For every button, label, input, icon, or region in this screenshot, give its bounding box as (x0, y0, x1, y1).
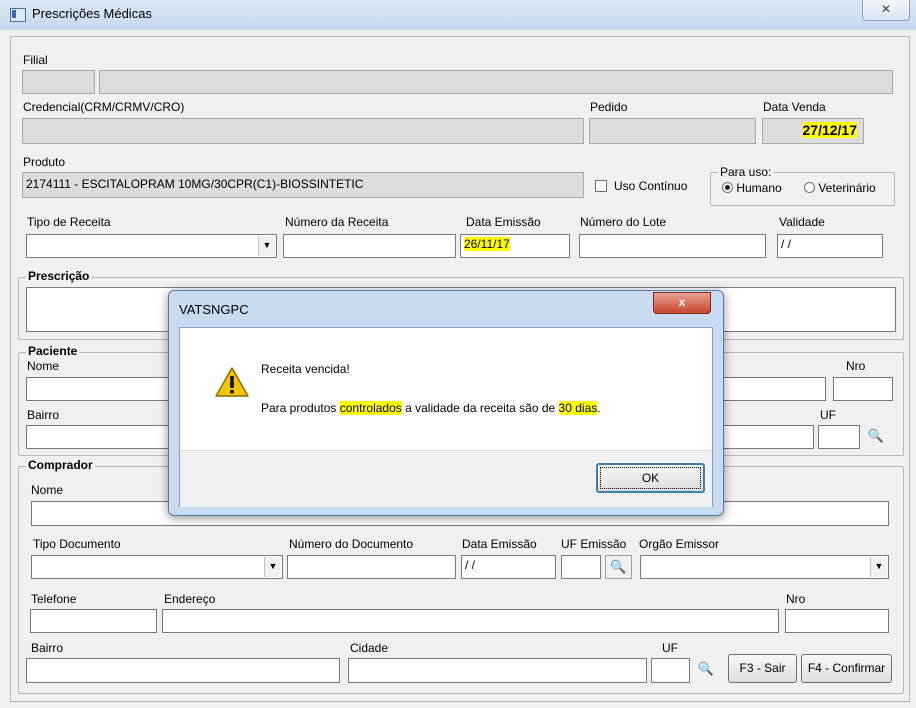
filial-code-field[interactable] (22, 70, 95, 94)
orgao-emissor-select[interactable]: ▼ (640, 555, 889, 579)
validade-label: Validade (779, 215, 825, 229)
dialog-message-title: Receita vencida! (261, 362, 350, 376)
produto-field[interactable]: 2174111 - ESCITALOPRAM 10MG/30CPR(C1)-BI… (22, 172, 584, 198)
numero-lote-field[interactable] (579, 234, 766, 258)
comprador-data-emissao-label: Data Emissão (462, 537, 537, 551)
app-window-icon (10, 8, 26, 22)
data-venda-value: 27/12/17 (802, 122, 857, 138)
dialog-title: VATSNGPC (179, 302, 249, 317)
comprador-nro-field[interactable] (785, 609, 889, 633)
comprador-uf-label: UF (662, 641, 678, 655)
tipo-documento-label: Tipo Documento (33, 537, 121, 551)
uf-emissao-field[interactable] (561, 555, 601, 579)
dialog-body: Receita vencida! Para produtos controlad… (179, 327, 713, 507)
dialog-close-button[interactable]: x (653, 292, 711, 314)
binoculars-icon[interactable]: 🔍 (694, 658, 718, 683)
paciente-bairro-label: Bairro (27, 408, 60, 422)
chevron-down-icon[interactable]: ▼ (870, 557, 887, 577)
data-venda-label: Data Venda (763, 100, 826, 114)
dialog-message-detail: Para produtos controlados a validade da … (261, 401, 601, 415)
paciente-title: Paciente (26, 344, 80, 358)
paciente-nro-field[interactable] (833, 377, 893, 401)
numero-receita-label: Número da Receita (285, 215, 389, 229)
chevron-down-icon[interactable]: ▼ (264, 557, 281, 577)
paciente-nro-label: Nro (846, 359, 866, 373)
comprador-title: Comprador (26, 458, 95, 472)
numero-receita-field[interactable] (283, 234, 456, 258)
paciente-uf-label: UF (820, 408, 836, 422)
comprador-bairro-field[interactable] (26, 658, 340, 683)
cidade-label: Cidade (350, 641, 389, 655)
binoculars-icon[interactable]: 🔍 (605, 555, 632, 579)
produto-label: Produto (23, 155, 66, 169)
dialog-message-pre: Para produtos (261, 401, 340, 415)
veterinario-label: Veterinário (818, 181, 876, 195)
humano-radio-option[interactable]: Humano (722, 181, 782, 195)
para-uso-label: Para uso: (718, 165, 774, 179)
comprador-bairro-label: Bairro (31, 641, 64, 655)
veterinario-radio-option[interactable]: Veterinário (804, 181, 876, 195)
alert-dialog: VATSNGPC x Receita vencida! Para produto… (168, 290, 724, 516)
pedido-label: Pedido (590, 100, 628, 114)
window-title: Prescrições Médicas (32, 6, 152, 21)
chevron-down-icon[interactable]: ▼ (258, 236, 275, 256)
orgao-emissor-label: Orgão Emissor (639, 537, 720, 551)
pedido-field[interactable] (589, 118, 756, 144)
filial-label: Filial (23, 53, 48, 67)
warning-icon (215, 367, 249, 397)
window-close-button[interactable]: ✕ (862, 0, 910, 21)
humano-label: Humano (736, 181, 782, 195)
veterinario-radio[interactable] (804, 182, 815, 193)
dialog-footer: OK (180, 450, 712, 507)
numero-lote-label: Número do Lote (580, 215, 667, 229)
data-emissao-field[interactable]: 26/11/17 (460, 234, 570, 258)
comprador-nome-label: Nome (31, 483, 64, 497)
binoculars-icon[interactable]: 🔍 (864, 425, 888, 449)
numero-documento-label: Número do Documento (289, 537, 414, 551)
uso-continuo-checkbox[interactable] (595, 180, 607, 192)
sair-button[interactable]: F3 - Sair (728, 654, 797, 683)
endereco-field[interactable] (162, 609, 779, 633)
dialog-highlight-controlados: controlados (339, 401, 402, 415)
confirmar-button[interactable]: F4 - Confirmar (801, 654, 892, 683)
telefone-label: Telefone (31, 592, 77, 606)
dialog-highlight-30-dias: 30 dias (558, 401, 598, 415)
comprador-data-emissao-field[interactable]: / / (461, 555, 556, 579)
filial-name-field[interactable] (99, 70, 893, 94)
ok-button[interactable]: OK (596, 463, 705, 493)
comprador-uf-field[interactable] (651, 658, 690, 683)
data-emissao-label: Data Emissão (466, 215, 541, 229)
paciente-nome-label: Nome (27, 359, 60, 373)
data-venda-field[interactable]: 27/12/17 (762, 118, 864, 144)
prescricao-title: Prescrição (26, 269, 92, 283)
tipo-documento-select[interactable]: ▼ (31, 555, 283, 579)
paciente-uf-field[interactable] (818, 425, 860, 449)
telefone-field[interactable] (30, 609, 157, 633)
uf-emissao-label: UF Emissão (561, 537, 627, 551)
cidade-field[interactable] (348, 658, 647, 683)
data-emissao-value: 26/11/17 (464, 237, 510, 251)
dialog-message-mid: a validade da receita são de (401, 401, 559, 415)
endereco-label: Endereço (164, 592, 216, 606)
humano-radio[interactable] (722, 182, 733, 193)
comprador-nro-label: Nro (786, 592, 806, 606)
numero-documento-field[interactable] (287, 555, 456, 579)
uso-continuo-label: Uso Contínuo (614, 179, 688, 193)
tipo-receita-select[interactable]: ▼ (26, 234, 277, 258)
tipo-receita-label: Tipo de Receita (27, 215, 111, 229)
credencial-label: Credencial(CRM/CRMV/CRO) (23, 100, 185, 114)
credencial-field[interactable] (22, 118, 584, 144)
validade-field[interactable]: / / (777, 234, 883, 258)
dialog-message-post: . (597, 401, 601, 415)
